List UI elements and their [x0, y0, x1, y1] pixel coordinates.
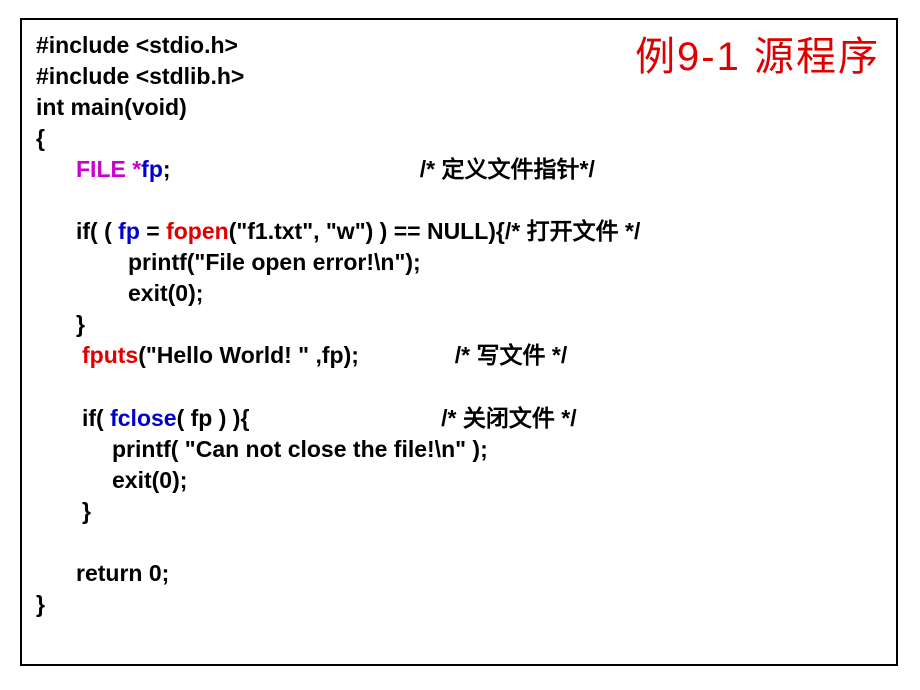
code-panel: #include <stdio.h> #include <stdlib.h> i…	[20, 18, 898, 666]
comment-close: /* 关闭文件 */	[441, 405, 576, 431]
semi: ;	[163, 156, 171, 182]
line-16: }	[36, 591, 45, 617]
line-2: #include <stdlib.h>	[36, 63, 244, 89]
line-14: }	[82, 498, 91, 524]
line-7: printf("File open error!\n");	[128, 249, 427, 275]
line-1: #include <stdio.h>	[36, 32, 238, 58]
fn-fopen: fopen	[166, 218, 229, 244]
line-13: exit(0);	[112, 467, 187, 493]
line-8: exit(0);	[128, 280, 203, 306]
line-15: return 0;	[76, 560, 169, 586]
line-3: int main(void)	[36, 94, 187, 120]
fputs-args: ("Hello World! " ,fp);	[138, 342, 359, 368]
fn-fputs: fputs	[82, 342, 138, 368]
kw-file: FILE *	[76, 156, 141, 182]
if-close: if(	[82, 405, 110, 431]
var-fp-2: fp	[118, 218, 140, 244]
assign: =	[140, 218, 166, 244]
slide: 例9-1 源程序 #include <stdio.h> #include <st…	[0, 0, 920, 690]
line-12: printf( "Can not close the file!\n" );	[112, 436, 488, 462]
fopen-args: ("f1.txt", "w") ) == NULL){	[229, 218, 505, 244]
code-block: #include <stdio.h> #include <stdlib.h> i…	[36, 30, 882, 620]
comment-open: /* 打开文件 */	[505, 218, 640, 244]
fn-fclose: fclose	[110, 405, 176, 431]
var-fp: fp	[141, 156, 163, 182]
line-9: }	[76, 311, 85, 337]
if-open: if( (	[76, 218, 118, 244]
line-4: {	[36, 125, 45, 151]
comment-write: /* 写文件 */	[455, 342, 567, 368]
comment-define: /* 定义文件指针*/	[420, 156, 595, 182]
fclose-args: ( fp ) ){	[177, 405, 250, 431]
